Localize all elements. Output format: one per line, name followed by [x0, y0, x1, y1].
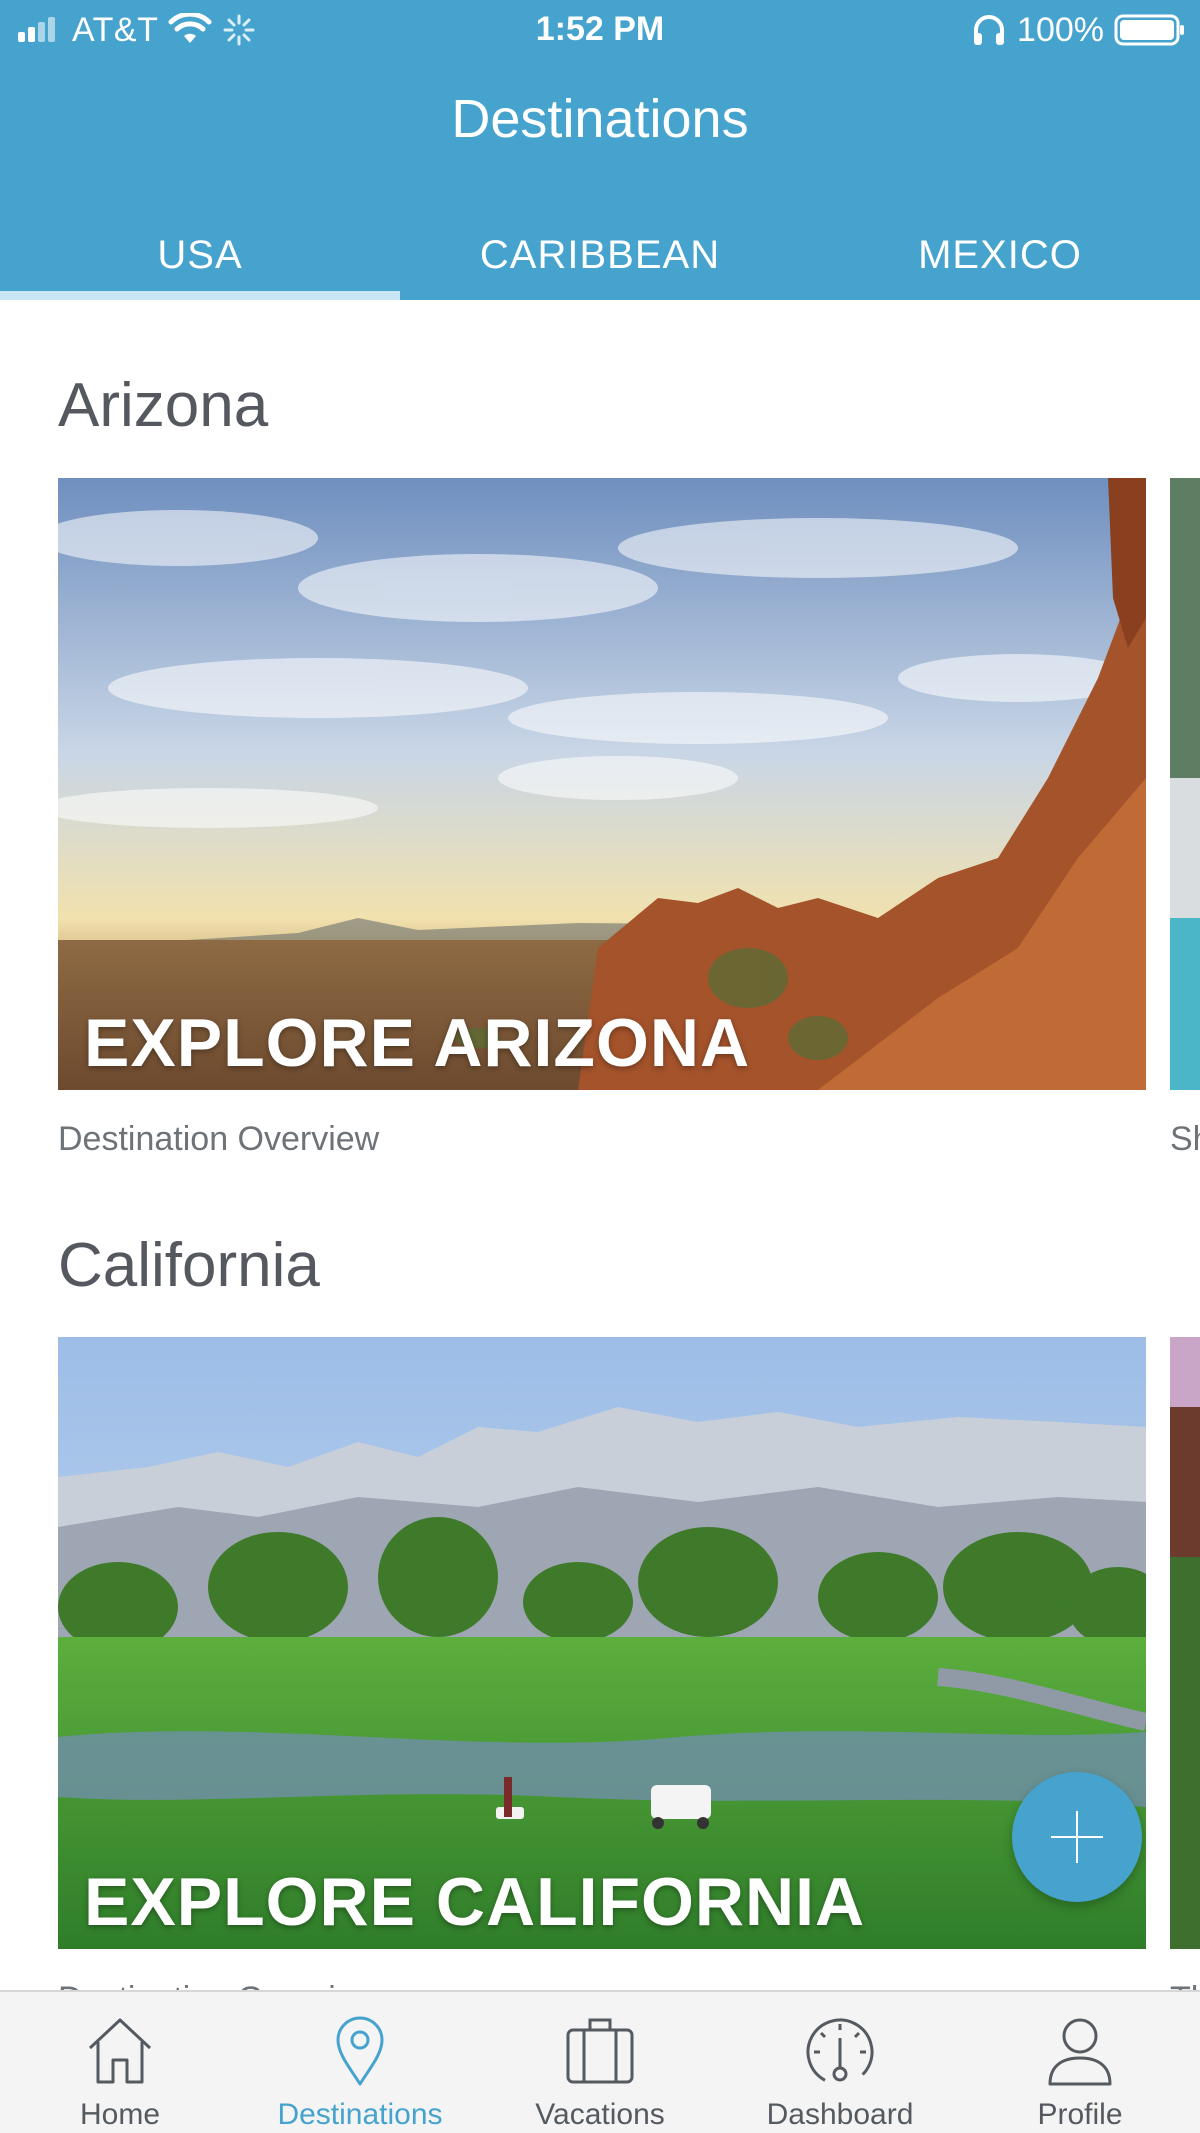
region-tabs: USA CARIBBEAN MEXICO [0, 210, 1200, 300]
suitcase-icon [566, 2018, 634, 2084]
page-title: Destinations [451, 89, 749, 149]
tab-caribbean[interactable]: CARIBBEAN [400, 210, 800, 300]
next-card-image [1170, 1337, 1200, 1949]
explore-california-card[interactable]: EXPLORE CALIFORNIA [58, 1337, 1146, 1949]
bottom-nav: Home Destinations Vacations Dashboard Pr… [0, 1990, 1200, 2133]
next-card-subtitle: Sh [1170, 1120, 1200, 1158]
nav-label: Dashboard [766, 2098, 914, 2131]
next-card-peek[interactable] [1170, 478, 1200, 1090]
battery-percent: 100% [1017, 10, 1104, 49]
arizona-image [58, 478, 1146, 1090]
card-label: EXPLORE ARIZONA [84, 1005, 751, 1081]
destinations-list[interactable]: Arizona EXPLORE ARIZONA Destination Over… [0, 300, 1200, 1990]
nav-label: Home [79, 2098, 161, 2131]
nav-vacations[interactable]: Vacations [480, 1992, 720, 2133]
next-card-subtitle: Th [1170, 1980, 1200, 1990]
section-title: California [58, 1231, 320, 1300]
card-label: EXPLORE CALIFORNIA [84, 1864, 866, 1940]
nav-profile[interactable]: Profile [960, 1992, 1200, 2133]
next-card-image [1170, 478, 1200, 1090]
nav-label: Profile [1037, 2098, 1123, 2131]
nav-destinations[interactable]: Destinations [240, 1992, 480, 2133]
card-subtitle: Destination Overview [58, 1120, 380, 1158]
nav-dashboard[interactable]: Dashboard [720, 1992, 960, 2133]
location-pin-icon [336, 2016, 384, 2086]
person-icon [1048, 2018, 1112, 2086]
app-header: AT&T 1:52 PM 100% Destinations USA CARIB… [0, 0, 1200, 300]
nav-label: Vacations [535, 2098, 665, 2131]
gauge-icon [806, 2018, 874, 2086]
explore-arizona-card[interactable]: EXPLORE ARIZONA [58, 478, 1146, 1090]
nav-home[interactable]: Home [0, 1992, 240, 2133]
status-right: 100% [971, 10, 1186, 50]
status-bar: AT&T 1:52 PM 100% [0, 0, 1200, 60]
battery-icon [1114, 14, 1184, 46]
california-image [58, 1337, 1146, 1949]
headphones-icon [974, 15, 1005, 45]
tab-usa[interactable]: USA [0, 210, 400, 300]
tab-mexico[interactable]: MEXICO [800, 210, 1200, 300]
section-title: Arizona [58, 371, 269, 440]
card-subtitle: Destination Overview [58, 1980, 379, 1990]
plus-icon [1051, 1811, 1103, 1863]
next-card-peek[interactable] [1170, 1337, 1200, 1949]
add-button[interactable] [1012, 1772, 1142, 1902]
home-icon [88, 2018, 152, 2084]
nav-label: Destinations [277, 2098, 443, 2131]
